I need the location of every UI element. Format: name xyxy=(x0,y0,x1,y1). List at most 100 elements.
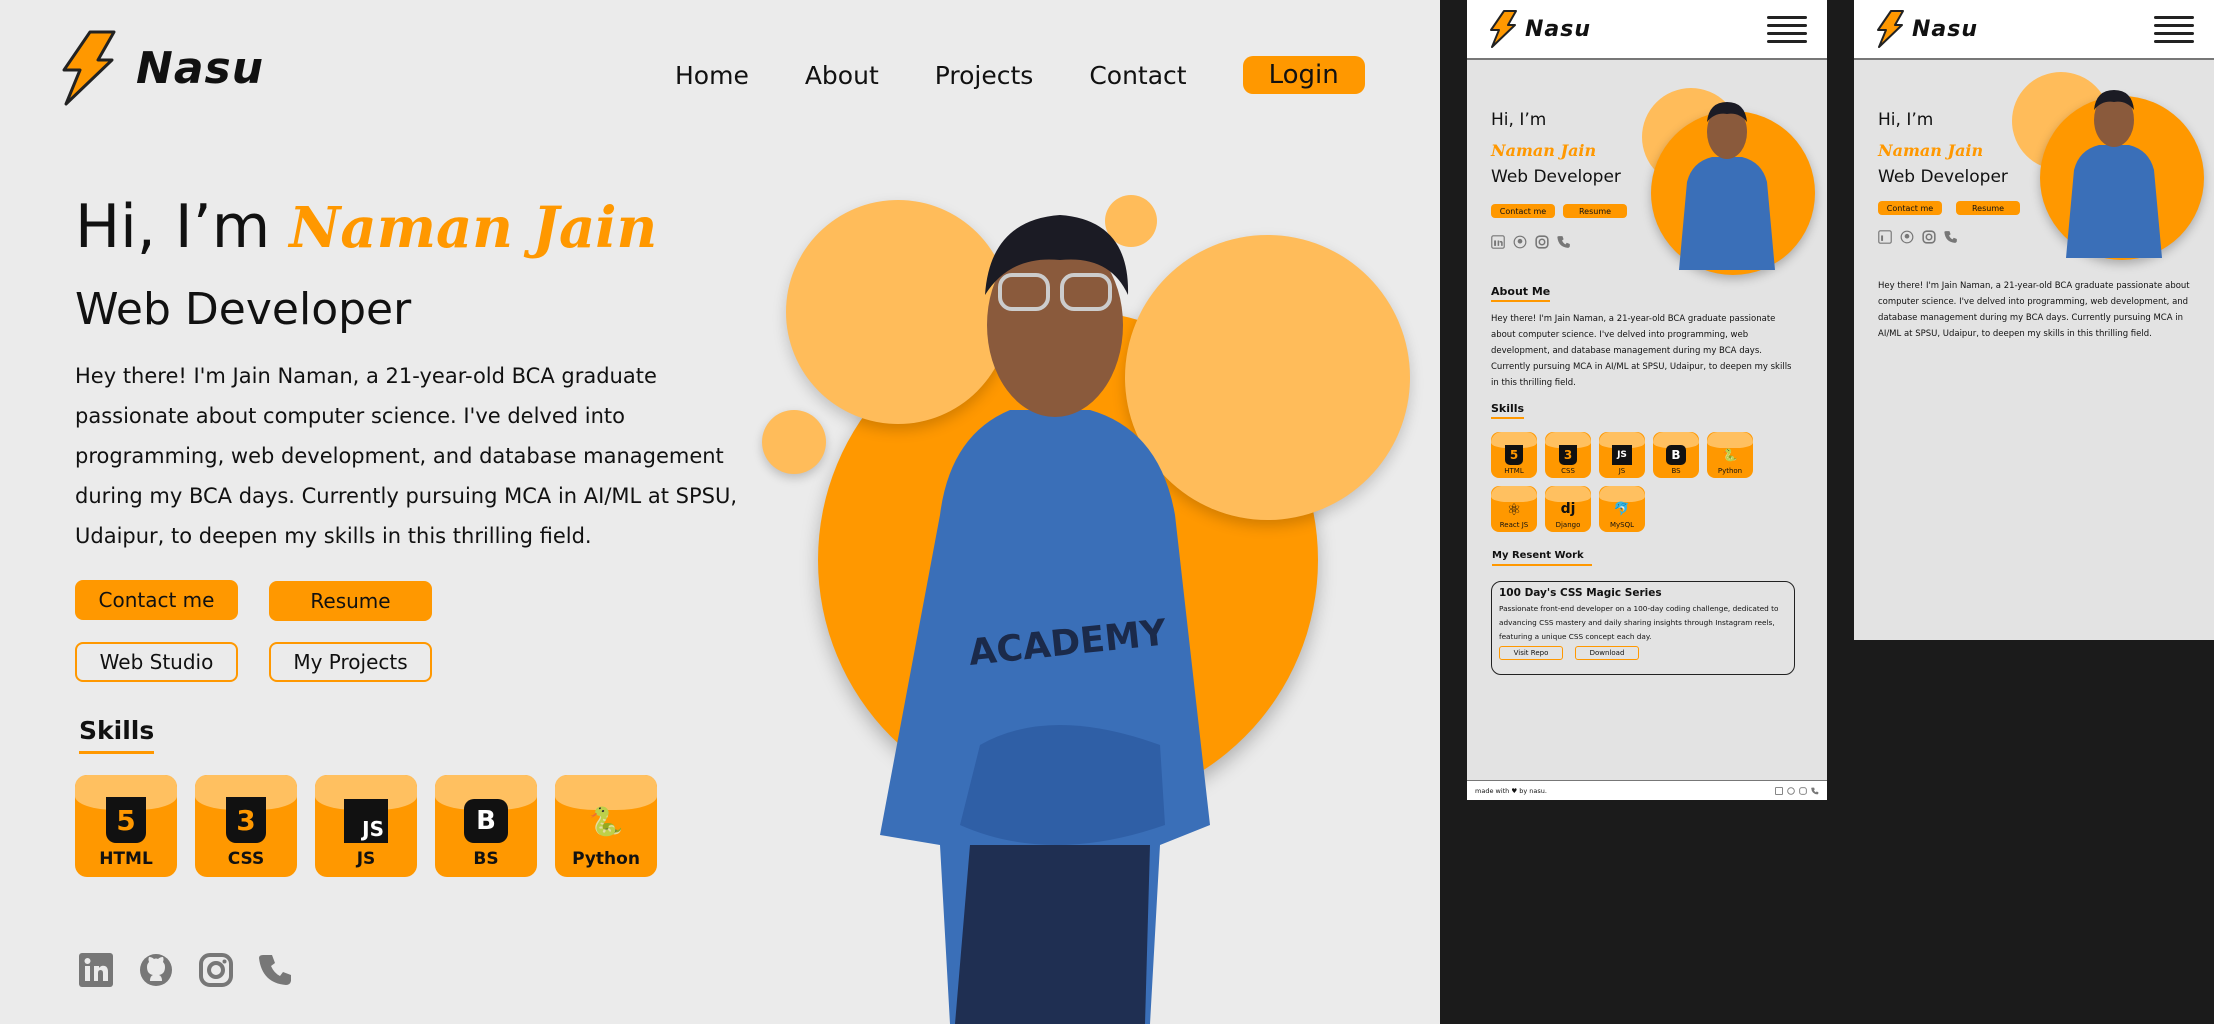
nav-home[interactable]: Home xyxy=(675,61,749,90)
css3-icon: 3 xyxy=(226,797,266,843)
resume-button[interactable]: Resume xyxy=(1956,201,2020,215)
skills-list: 5 HTML 3 CSS JS JS B BS 🐍 Python ⚛ React JS dj… xyxy=(1491,432,1761,532)
skill-label: BS xyxy=(1671,467,1681,475)
skill-label: CSS xyxy=(227,849,265,869)
skills-title: Skills xyxy=(79,716,155,745)
resume-button[interactable]: Resume xyxy=(1563,204,1627,218)
skill-css[interactable]: 3 CSS xyxy=(1545,432,1591,478)
instagram-icon[interactable] xyxy=(1799,786,1807,795)
download-button[interactable]: Download xyxy=(1575,646,1639,660)
hero-bio: Hey there! I'm Jain Naman, a 21-year-old… xyxy=(1878,281,2190,339)
skill-python[interactable]: 🐍 Python xyxy=(1707,432,1753,478)
skills-list: 5 HTML 3 CSS JS JS B BS 🐍 Python xyxy=(75,775,657,877)
skill-label: JS xyxy=(1618,467,1626,475)
hero-name: Naman Jain xyxy=(289,195,658,261)
github-icon[interactable] xyxy=(1900,230,1914,244)
phone-icon[interactable] xyxy=(258,952,294,988)
bootstrap-icon: B xyxy=(464,799,508,843)
hero-greeting: Hi, I’m xyxy=(1491,110,1547,130)
skill-mysql[interactable]: 🐬 MySQL xyxy=(1599,486,1645,532)
profile-photo: ACADEMY xyxy=(880,215,1210,1024)
phone-icon[interactable] xyxy=(1557,235,1571,249)
work-title: My Resent Work xyxy=(1492,550,1584,561)
skill-label: CSS xyxy=(1561,467,1575,475)
linkedin-icon[interactable] xyxy=(1491,235,1505,249)
skill-html[interactable]: 5 HTML xyxy=(75,775,177,877)
mobile-header: Nasu xyxy=(1854,0,2214,60)
hero-bio: Hey there! I'm Jain Naman, a 21-year-old… xyxy=(75,364,738,548)
linkedin-icon[interactable] xyxy=(78,952,114,988)
skill-label: Django xyxy=(1555,521,1581,529)
nav-about[interactable]: About xyxy=(805,61,879,90)
github-icon[interactable] xyxy=(138,952,174,988)
brand-logo[interactable]: Nasu xyxy=(1876,10,1978,48)
about-text: Hey there! I'm Jain Naman, a 21-year-old… xyxy=(1491,314,1792,388)
nav-projects[interactable]: Projects xyxy=(935,61,1034,90)
skill-django[interactable]: dj Django xyxy=(1545,486,1591,532)
html5-icon: 5 xyxy=(106,797,146,843)
skill-js[interactable]: JS JS xyxy=(315,775,417,877)
hamburger-menu-icon[interactable] xyxy=(2154,16,2194,43)
mobile-header: Nasu xyxy=(1467,0,1827,60)
css3-icon: 3 xyxy=(1559,445,1577,465)
linkedin-icon[interactable] xyxy=(1878,230,1892,244)
phone-icon[interactable] xyxy=(1944,230,1958,244)
skill-label: Python xyxy=(1717,467,1743,475)
lightning-bolt-icon xyxy=(62,30,116,106)
hero-role: Web Developer xyxy=(1491,167,1621,187)
skill-bootstrap[interactable]: B BS xyxy=(1653,432,1699,478)
instagram-icon[interactable] xyxy=(1922,230,1936,244)
github-icon[interactable] xyxy=(1513,235,1527,249)
contact-me-button[interactable]: Contact me xyxy=(1491,204,1555,218)
my-projects-button[interactable]: My Projects xyxy=(269,642,432,682)
skills-heading: Skills xyxy=(1491,402,1525,419)
resume-button[interactable]: Resume xyxy=(269,581,432,621)
skill-css[interactable]: 3 CSS xyxy=(195,775,297,877)
skill-html[interactable]: 5 HTML xyxy=(1491,432,1537,478)
nav-contact[interactable]: Contact xyxy=(1089,61,1186,90)
footer-text: made with ♥ by nasu. xyxy=(1475,786,1547,795)
contact-me-button[interactable]: Contact me xyxy=(75,580,238,620)
footer-social xyxy=(1775,786,1819,795)
brand-name: Nasu xyxy=(1525,16,1592,42)
skill-label: Python xyxy=(572,849,640,869)
skill-label: JS xyxy=(356,849,376,869)
skill-label: HTML xyxy=(99,849,153,869)
django-icon: dj xyxy=(1560,501,1576,517)
brand-name: Nasu xyxy=(1912,16,1979,42)
instagram-icon[interactable] xyxy=(198,952,234,988)
mysql-icon: 🐬 xyxy=(1613,501,1631,517)
social-links xyxy=(78,952,294,988)
contact-me-button[interactable]: Contact me xyxy=(1878,201,1942,215)
lightning-bolt-icon xyxy=(1490,10,1517,48)
hamburger-menu-icon[interactable] xyxy=(1767,16,1807,43)
lightning-bolt-icon xyxy=(1877,10,1904,48)
social-links xyxy=(1878,230,1958,244)
web-studio-button[interactable]: Web Studio xyxy=(75,642,238,682)
skill-python[interactable]: 🐍 Python xyxy=(555,775,657,877)
hero-circle-dot xyxy=(762,410,826,474)
bootstrap-icon: B xyxy=(1666,445,1686,465)
hero-role: Web Developer xyxy=(1878,167,2008,187)
react-icon: ⚛ xyxy=(1506,499,1522,519)
login-button[interactable]: Login xyxy=(1242,56,1365,94)
phone-icon[interactable] xyxy=(1811,787,1819,795)
about-heading: About Me xyxy=(1491,285,1551,302)
linkedin-icon[interactable] xyxy=(1775,786,1783,795)
hero-greeting: Hi, I’m xyxy=(75,192,271,262)
visit-repo-button[interactable]: Visit Repo xyxy=(1499,646,1563,660)
python-icon: 🐍 xyxy=(1722,448,1738,462)
skill-react[interactable]: ⚛ React JS xyxy=(1491,486,1537,532)
skill-js[interactable]: JS JS xyxy=(1599,432,1645,478)
profile-photo xyxy=(1679,102,1775,270)
github-icon[interactable] xyxy=(1787,786,1795,795)
brand-logo[interactable]: Nasu xyxy=(60,30,264,106)
brand-logo[interactable]: Nasu xyxy=(1489,10,1591,48)
hero-name: Naman Jain xyxy=(1878,141,1984,160)
instagram-icon[interactable] xyxy=(1535,235,1549,249)
mobile-footer: made with ♥ by nasu. xyxy=(1467,780,1827,800)
skills-title: Skills xyxy=(1491,402,1525,415)
html5-icon: 5 xyxy=(1505,445,1523,465)
skill-bootstrap[interactable]: B BS xyxy=(435,775,537,877)
mobile-view-full: Nasu Hi, I’m Naman Jain Web Developer Co… xyxy=(1467,0,1827,800)
